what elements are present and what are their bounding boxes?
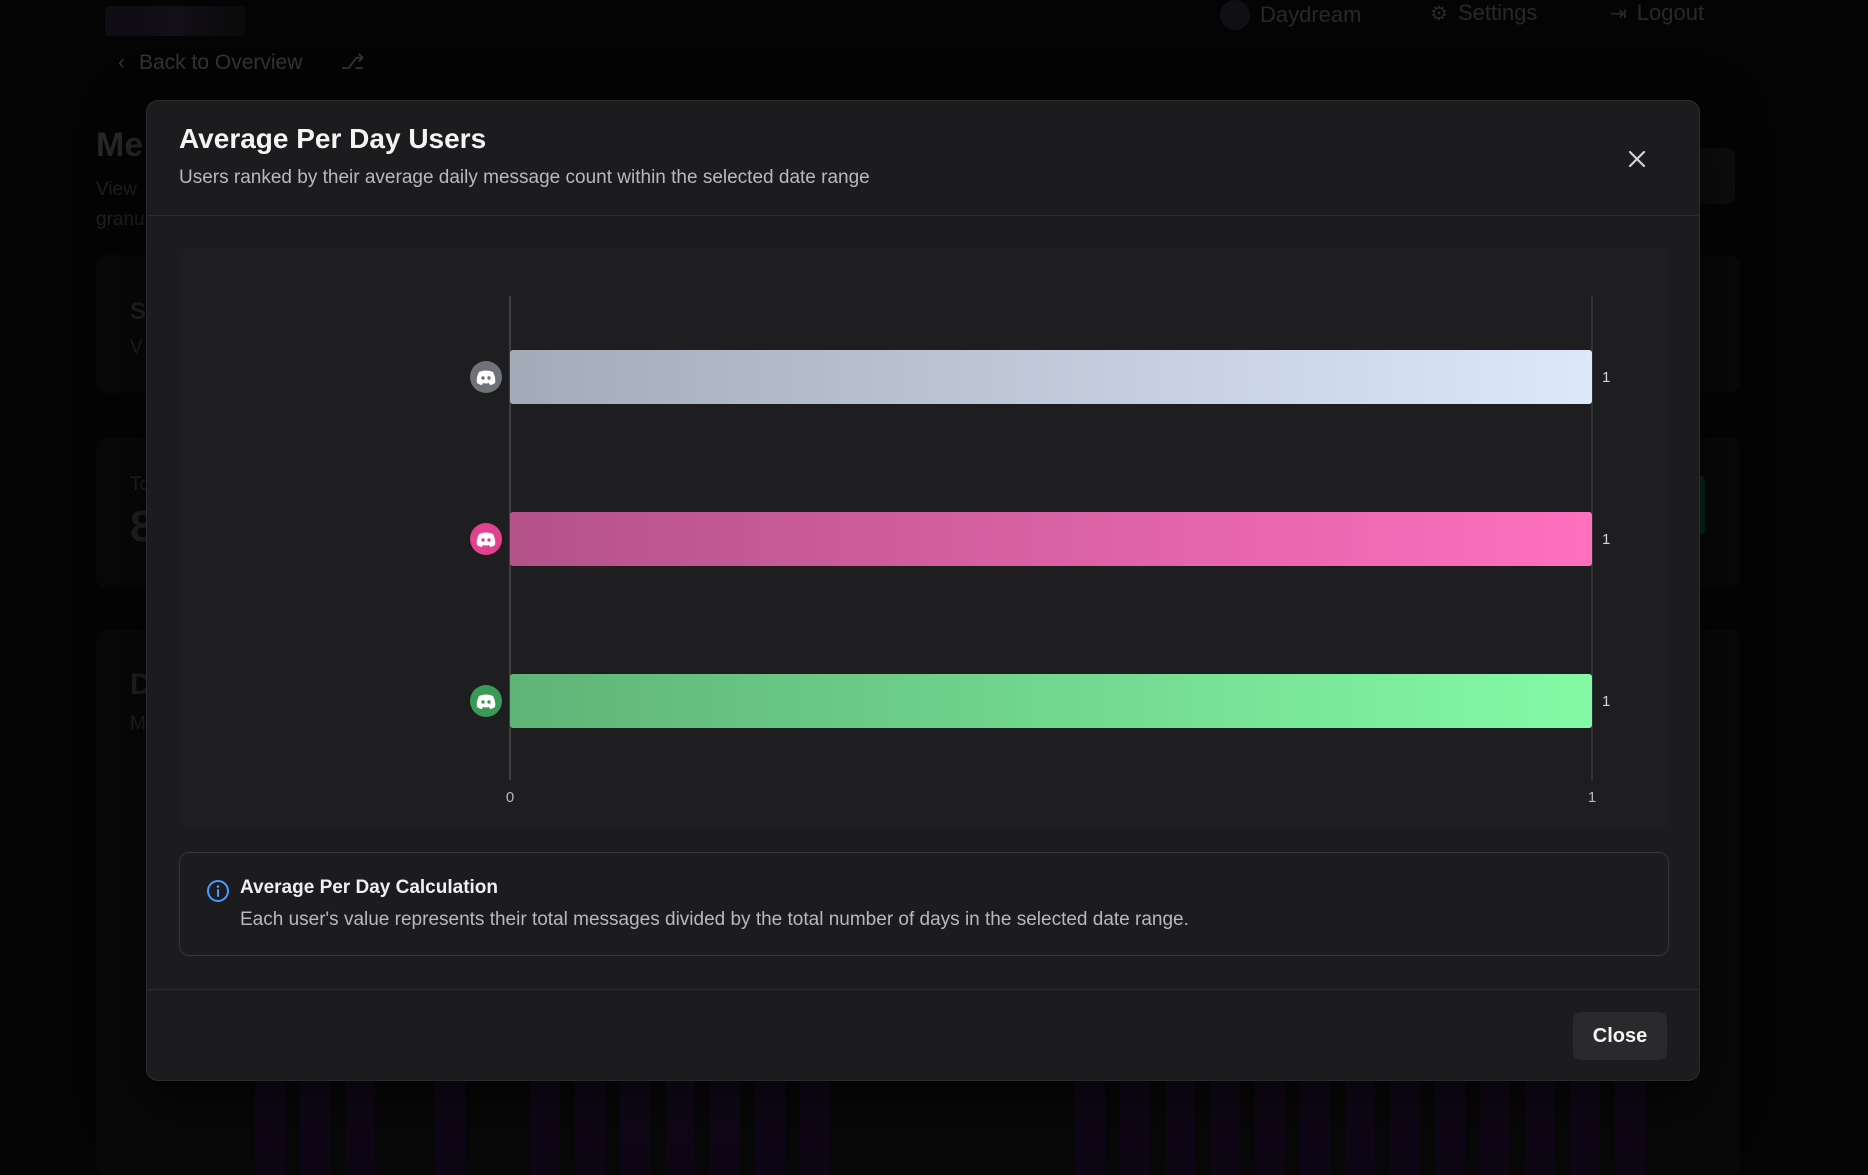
average-per-day-modal: Average Per Day Users Users ranked by th… xyxy=(146,100,1700,1081)
modal-subtitle: Users ranked by their average daily mess… xyxy=(179,167,870,188)
bar-value-label: 1 xyxy=(1602,693,1610,710)
bar-chart: 1 1 1 0 1 xyxy=(470,296,1610,806)
discord-icon xyxy=(476,370,496,385)
bar-value-label: 1 xyxy=(1602,369,1610,386)
chart-bar xyxy=(510,350,1592,404)
chart-bar xyxy=(510,512,1592,566)
modal-header: Average Per Day Users Users ranked by th… xyxy=(147,101,1699,216)
x-tick-label: 0 xyxy=(506,789,514,806)
x-tick-label: 1 xyxy=(1588,789,1596,806)
info-title: Average Per Day Calculation xyxy=(240,877,499,898)
info-callout: Average Per Day Calculation Each user's … xyxy=(179,852,1669,956)
info-icon xyxy=(207,880,229,902)
discord-icon xyxy=(476,694,496,709)
close-button[interactable]: Close xyxy=(1573,1012,1667,1060)
chart-panel: 1 1 1 0 1 xyxy=(180,248,1669,828)
close-icon[interactable] xyxy=(1619,141,1655,177)
chart-bar xyxy=(510,674,1592,728)
bar-value-label: 1 xyxy=(1602,531,1610,548)
modal-title: Average Per Day Users xyxy=(179,123,487,154)
discord-icon xyxy=(476,532,496,547)
info-text: Each user's value represents their total… xyxy=(240,909,1189,930)
modal-footer: Close xyxy=(147,989,1699,1080)
